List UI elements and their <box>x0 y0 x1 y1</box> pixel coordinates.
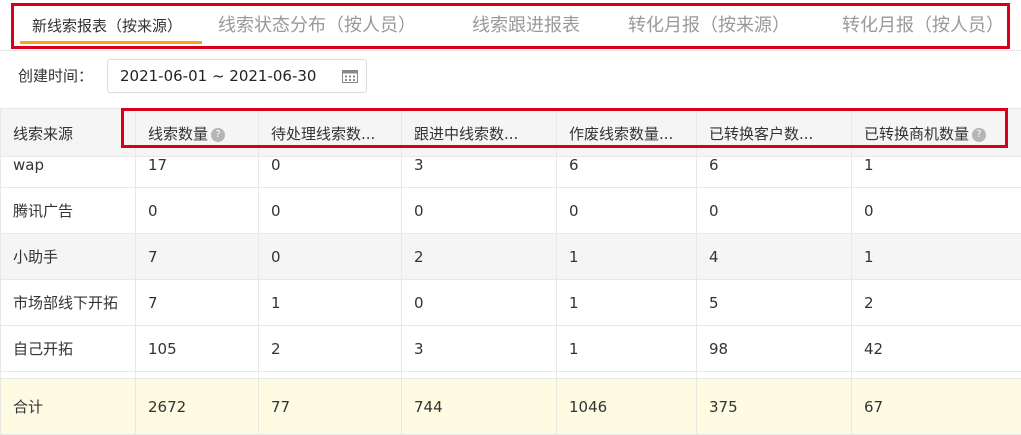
tab-conversion-monthly-by-person[interactable]: 转化月报（按人员） <box>842 12 1004 40</box>
table-cell: 1 <box>557 280 697 326</box>
table-cell: 自己开拓 <box>1 326 136 372</box>
table-cell: 105 <box>136 326 259 372</box>
total-cell: 2672 <box>136 379 259 435</box>
table-cell: wap <box>1 157 136 188</box>
table-cell: 0 <box>697 188 852 234</box>
column-header-converted-opportunities[interactable]: 已转换商机数量? <box>852 109 1021 157</box>
table-row: 自己开拓 105 2 3 1 98 42 <box>1 326 1021 372</box>
table-cell: 1 <box>557 326 697 372</box>
table-cell: 1 <box>259 280 402 326</box>
table-cell: 0 <box>259 188 402 234</box>
table-cell: 2 <box>259 326 402 372</box>
created-time-label: 创建时间： <box>18 64 93 88</box>
table-cell: 42 <box>852 326 1021 372</box>
column-header-label: 已转换商机数量 <box>864 125 969 143</box>
column-header-label: 线索数量 <box>148 125 208 143</box>
table-spacer-row <box>1 372 1021 379</box>
total-cell: 1046 <box>557 379 697 435</box>
column-header-lead-source[interactable]: 线索来源 <box>1 109 136 157</box>
table-cell: 1 <box>852 157 1021 188</box>
table-cell: 0 <box>557 188 697 234</box>
table-cell: 3 <box>402 157 557 188</box>
total-cell: 375 <box>697 379 852 435</box>
table-cell: 6 <box>697 157 852 188</box>
table-row: wap 17 0 3 6 6 1 <box>1 157 1021 188</box>
date-range-value: 2021-06-01 ~ 2021-06-30 <box>120 60 316 92</box>
column-header-following-leads[interactable]: 跟进中线索数... <box>402 109 557 157</box>
column-header-label: 跟进中线索数... <box>414 125 518 143</box>
table-cell: 0 <box>402 188 557 234</box>
table-cell: 5 <box>697 280 852 326</box>
total-cell: 67 <box>852 379 1021 435</box>
report-tabs: 新线索报表（按来源） 线索状态分布（按人员） 线索跟进报表 转化月报（按来源） … <box>0 0 1021 51</box>
date-range-picker[interactable]: 2021-06-01 ~ 2021-06-30 <box>107 59 367 93</box>
table-row: 市场部线下开拓 7 1 0 1 5 2 <box>1 280 1021 326</box>
table-row: 腾讯广告 0 0 0 0 0 0 <box>1 188 1021 234</box>
tab-lead-status-by-person[interactable]: 线索状态分布（按人员） <box>218 12 416 40</box>
table-cell: 0 <box>259 234 402 280</box>
help-icon[interactable]: ? <box>211 128 225 142</box>
table-cell: 1 <box>852 234 1021 280</box>
table-header-row: 线索来源 线索数量? 待处理线索数... 跟进中线索数... 作废线索数量...… <box>1 109 1021 157</box>
table-row: 小助手 7 0 2 1 4 1 <box>1 234 1021 280</box>
table-cell: 7 <box>136 280 259 326</box>
table-cell: 1 <box>557 234 697 280</box>
column-header-pending-leads[interactable]: 待处理线索数... <box>259 109 402 157</box>
help-icon[interactable]: ? <box>972 128 986 142</box>
table-cell: 2 <box>402 234 557 280</box>
table-cell: 0 <box>402 280 557 326</box>
table-cell: 2 <box>852 280 1021 326</box>
table-cell: 6 <box>557 157 697 188</box>
table-cell: 小助手 <box>1 234 136 280</box>
column-header-label: 作废线索数量... <box>569 125 673 143</box>
lead-source-report-table: 线索来源 线索数量? 待处理线索数... 跟进中线索数... 作废线索数量...… <box>0 108 1021 435</box>
total-cell: 77 <box>259 379 402 435</box>
table-cell: 腾讯广告 <box>1 188 136 234</box>
column-header-converted-customers[interactable]: 已转换客户数... <box>697 109 852 157</box>
tab-lead-followup-report[interactable]: 线索跟进报表 <box>472 12 580 40</box>
calendar-icon <box>342 69 358 83</box>
column-header-lead-count[interactable]: 线索数量? <box>136 109 259 157</box>
table-cell: 市场部线下开拓 <box>1 280 136 326</box>
total-cell: 744 <box>402 379 557 435</box>
table-total-row: 合计 2672 77 744 1046 375 67 <box>1 379 1021 435</box>
total-cell: 合计 <box>1 379 136 435</box>
table-cell: 4 <box>697 234 852 280</box>
column-header-label: 待处理线索数... <box>271 125 375 143</box>
column-header-label: 线索来源 <box>13 125 73 143</box>
table-cell: 17 <box>136 157 259 188</box>
table-cell: 0 <box>136 188 259 234</box>
table-cell: 98 <box>697 326 852 372</box>
column-header-label: 已转换客户数... <box>709 125 813 143</box>
table-cell: 7 <box>136 234 259 280</box>
table-cell: 3 <box>402 326 557 372</box>
active-tab-indicator <box>20 41 202 44</box>
tab-new-leads-by-source[interactable]: 新线索报表（按来源） <box>32 12 182 40</box>
table-cell: 0 <box>259 157 402 188</box>
column-header-invalid-leads[interactable]: 作废线索数量... <box>557 109 697 157</box>
tab-conversion-monthly-by-source[interactable]: 转化月报（按来源） <box>628 12 790 40</box>
table-cell: 0 <box>852 188 1021 234</box>
